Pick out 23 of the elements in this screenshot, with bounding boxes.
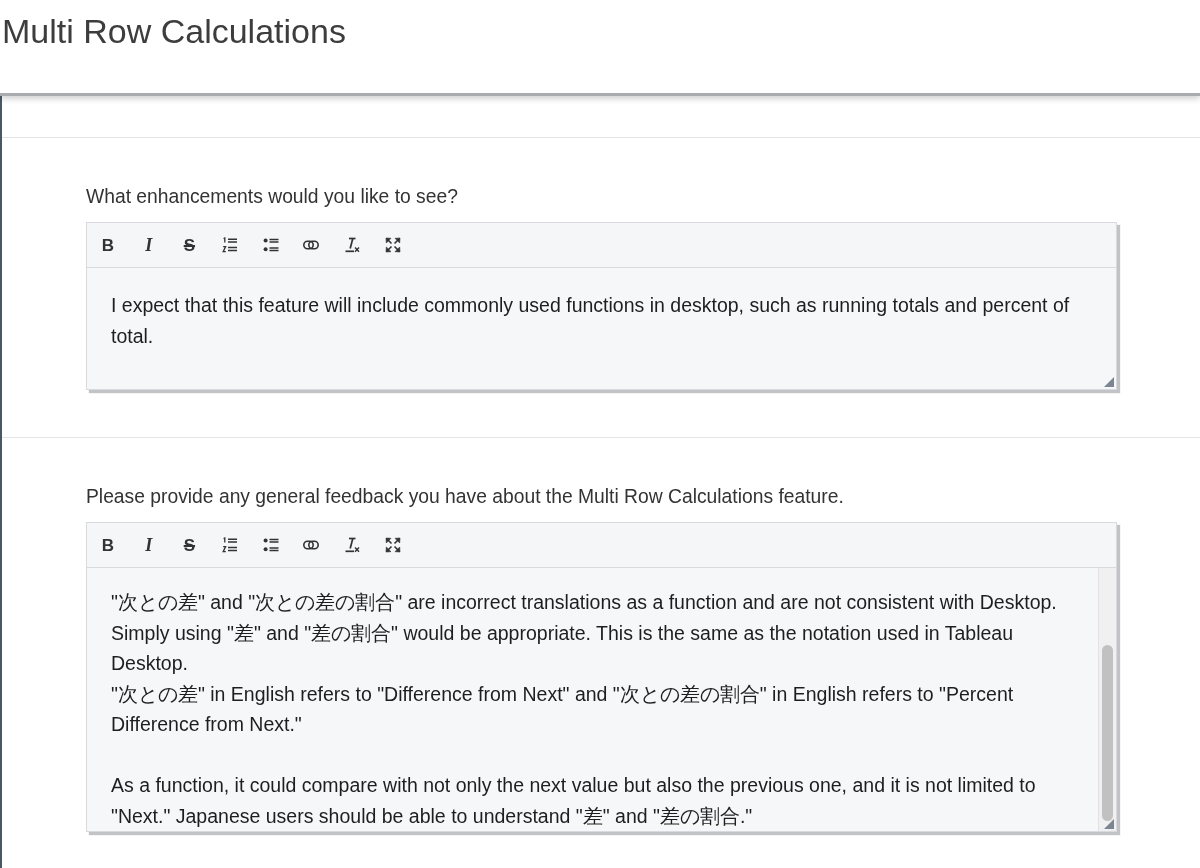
page-title: Multi Row Calculations: [2, 11, 346, 52]
scrollbar[interactable]: [1098, 568, 1116, 831]
strikethrough-button[interactable]: S: [175, 231, 204, 259]
strikethrough-button[interactable]: S: [175, 531, 204, 559]
answer-field[interactable]: I expect that this feature will include commonly used functions in desktop, such as running totals and percent of total.: [86, 268, 1117, 390]
answer-field[interactable]: "次との差" and "次との差の割合" are incorrect translations as a function and are not consistent with Desktop. Simply using "差" and "差の割合" would be appropriate. This is the same as the notation used in Tableau Desktop. "次との差" in English refers to "Difference from Next" and "次との差の割合" in English refers to "Percent Difference from Next." As a function, it could compare with not only the next value but also the previous one, and it is not limited to "Next." Japanese users should be able to understand "差" and "差の割合.": [86, 568, 1117, 832]
resize-grip-icon[interactable]: [1104, 819, 1114, 829]
bold-button[interactable]: B: [94, 231, 122, 259]
resize-grip-icon[interactable]: [1104, 377, 1114, 387]
question-label: What enhancements would you like to see?: [86, 185, 458, 209]
italic-button[interactable]: I: [134, 231, 163, 259]
numbered-list-icon: [222, 537, 239, 553]
expand-arrows-icon: [384, 537, 401, 553]
clear-format-icon: [344, 237, 361, 253]
scrollbar-thumb[interactable]: [1102, 645, 1113, 821]
numbered-list-icon: [222, 237, 239, 253]
expand-arrows-icon: [384, 237, 401, 253]
bullet-list-icon: [262, 537, 279, 553]
question-label: Please provide any general feedback you have about the Multi Row Calculations feature.: [86, 485, 844, 509]
clear-format-icon: [344, 537, 361, 553]
bold-button[interactable]: B: [94, 531, 122, 559]
italic-button[interactable]: I: [134, 531, 163, 559]
bullet-list-icon: [262, 237, 279, 253]
